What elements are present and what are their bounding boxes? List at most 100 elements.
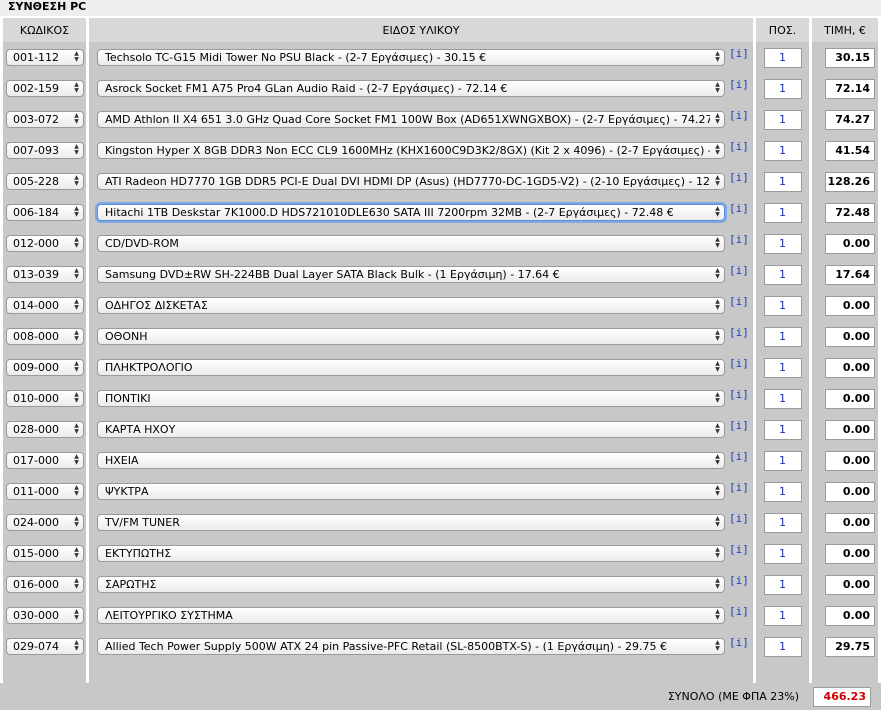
quantity-input[interactable]: 1 bbox=[763, 512, 802, 533]
info-link[interactable]: [i] bbox=[729, 481, 749, 494]
item-select[interactable]: Techsolo TC-G15 Midi Tower No PSU Black … bbox=[97, 49, 725, 66]
code-select[interactable]: 017-000 ▲ ▼ bbox=[6, 452, 84, 469]
item-cell: ΠΟΝΤΙΚΙ ▲ ▼ [i] bbox=[89, 383, 753, 414]
code-select[interactable]: 030-000 ▲ ▼ bbox=[6, 607, 84, 624]
table-row: 011-000 ▲ ▼ ΨΥΚΤΡΑ ▲ ▼ [i] 1 0.00 bbox=[3, 476, 878, 507]
item-select[interactable]: Hitachi 1TB Deskstar 7K1000.D HDS721010D… bbox=[97, 204, 725, 221]
quantity-input[interactable]: 1 bbox=[763, 388, 802, 409]
info-link[interactable]: [i] bbox=[729, 78, 749, 91]
info-link[interactable]: [i] bbox=[729, 574, 749, 587]
info-link[interactable]: [i] bbox=[729, 233, 749, 246]
code-select[interactable]: 011-000 ▲ ▼ bbox=[6, 483, 84, 500]
quantity-input[interactable]: 1 bbox=[763, 47, 802, 68]
info-link[interactable]: [i] bbox=[729, 47, 749, 60]
select-arrows-icon: ▲ ▼ bbox=[715, 236, 720, 249]
code-select[interactable]: 008-000 ▲ ▼ bbox=[6, 328, 84, 345]
quantity-input[interactable]: 1 bbox=[763, 109, 802, 130]
info-link[interactable]: [i] bbox=[729, 357, 749, 370]
info-link[interactable]: [i] bbox=[729, 202, 749, 215]
item-select[interactable]: ΠΛΗΚΤΡΟΛΟΓΙΟ ▲ ▼ bbox=[97, 359, 725, 376]
quantity-input[interactable]: 1 bbox=[763, 233, 802, 254]
item-select[interactable]: ΚΑΡΤΑ ΗΧΟΥ ▲ ▼ bbox=[97, 421, 725, 438]
item-select[interactable]: Allied Tech Power Supply 500W ATX 24 pin… bbox=[97, 638, 725, 655]
info-link[interactable]: [i] bbox=[729, 450, 749, 463]
code-select[interactable]: 010-000 ▲ ▼ bbox=[6, 390, 84, 407]
code-select[interactable]: 006-184 ▲ ▼ bbox=[6, 204, 84, 221]
item-select[interactable]: ΟΔΗΓΟΣ ΔΙΣΚΕΤΑΣ ▲ ▼ bbox=[97, 297, 725, 314]
code-select[interactable]: 012-000 ▲ ▼ bbox=[6, 235, 84, 252]
code-select[interactable]: 007-093 ▲ ▼ bbox=[6, 142, 84, 159]
item-select[interactable]: ΠΟΝΤΙΚΙ ▲ ▼ bbox=[97, 390, 725, 407]
info-link[interactable]: [i] bbox=[729, 295, 749, 308]
quantity-input[interactable]: 1 bbox=[763, 419, 802, 440]
select-arrows-icon: ▲ ▼ bbox=[715, 639, 720, 652]
select-arrows-icon: ▲ ▼ bbox=[74, 577, 79, 590]
item-select[interactable]: ΣΑΡΩΤΗΣ ▲ ▼ bbox=[97, 576, 725, 593]
code-select[interactable]: 016-000 ▲ ▼ bbox=[6, 576, 84, 593]
quantity-input[interactable]: 1 bbox=[763, 636, 802, 657]
quantity-input[interactable]: 1 bbox=[763, 171, 802, 192]
info-link[interactable]: [i] bbox=[729, 512, 749, 525]
info-link[interactable]: [i] bbox=[729, 264, 749, 277]
info-link[interactable]: [i] bbox=[729, 109, 749, 122]
info-link[interactable]: [i] bbox=[729, 171, 749, 184]
item-cell: CD/DVD-ROM ▲ ▼ [i] bbox=[89, 228, 753, 259]
info-link[interactable]: [i] bbox=[729, 419, 749, 432]
quantity-input[interactable]: 1 bbox=[763, 357, 802, 378]
code-select[interactable]: 013-039 ▲ ▼ bbox=[6, 266, 84, 283]
quantity-input[interactable]: 1 bbox=[763, 481, 802, 502]
quantity-input[interactable]: 1 bbox=[763, 295, 802, 316]
price-cell: 0.00 bbox=[812, 321, 878, 352]
item-select[interactable]: TV/FM TUNER ▲ ▼ bbox=[97, 514, 725, 531]
quantity-input[interactable]: 1 bbox=[763, 543, 802, 564]
code-cell: 003-072 ▲ ▼ bbox=[3, 104, 86, 135]
info-link[interactable]: [i] bbox=[729, 636, 749, 649]
item-select[interactable]: CD/DVD-ROM ▲ ▼ bbox=[97, 235, 725, 252]
quantity-input[interactable]: 1 bbox=[763, 605, 802, 626]
item-select[interactable]: ATI Radeon HD7770 1GB DDR5 PCI-E Dual DV… bbox=[97, 173, 725, 190]
quantity-input[interactable]: 1 bbox=[763, 264, 802, 285]
info-link[interactable]: [i] bbox=[729, 605, 749, 618]
quantity-input[interactable]: 1 bbox=[763, 140, 802, 161]
code-select[interactable]: 003-072 ▲ ▼ bbox=[6, 111, 84, 128]
item-select[interactable]: ΟΘΟΝΗ ▲ ▼ bbox=[97, 328, 725, 345]
item-select[interactable]: Asrock Socket FM1 A75 Pro4 GLan Audio Ra… bbox=[97, 80, 725, 97]
quantity-input[interactable]: 1 bbox=[763, 78, 802, 99]
page-title: ΣΥΝΘΕΣΗ PC bbox=[0, 0, 881, 16]
quantity-input[interactable]: 1 bbox=[763, 574, 802, 595]
select-arrows-icon: ▲ ▼ bbox=[715, 546, 720, 559]
item-select[interactable]: AMD Athlon II X4 651 3.0 GHz Quad Core S… bbox=[97, 111, 725, 128]
item-select[interactable]: Samsung DVD±RW SH-224BB Dual Layer SATA … bbox=[97, 266, 725, 283]
select-arrows-icon: ▲ ▼ bbox=[74, 143, 79, 156]
quantity-input[interactable]: 1 bbox=[763, 326, 802, 347]
info-link[interactable]: [i] bbox=[729, 543, 749, 556]
code-cell: 015-000 ▲ ▼ bbox=[3, 538, 86, 569]
quantity-input[interactable]: 1 bbox=[763, 202, 802, 223]
select-arrows-icon: ▲ ▼ bbox=[715, 50, 720, 63]
item-select[interactable]: ΛΕΙΤΟΥΡΓΙΚΟ ΣΥΣΤΗΜΑ ▲ ▼ bbox=[97, 607, 725, 624]
item-select[interactable]: ΨΥΚΤΡΑ ▲ ▼ bbox=[97, 483, 725, 500]
price-value: 0.00 bbox=[825, 233, 875, 254]
item-select-value: AMD Athlon II X4 651 3.0 GHz Quad Core S… bbox=[105, 113, 710, 126]
item-cell: ΛΕΙΤΟΥΡΓΙΚΟ ΣΥΣΤΗΜΑ ▲ ▼ [i] bbox=[89, 600, 753, 631]
item-select[interactable]: Kingston Hyper X 8GB DDR3 Non ECC CL9 16… bbox=[97, 142, 725, 159]
code-select[interactable]: 024-000 ▲ ▼ bbox=[6, 514, 84, 531]
code-select[interactable]: 009-000 ▲ ▼ bbox=[6, 359, 84, 376]
code-select[interactable]: 002-159 ▲ ▼ bbox=[6, 80, 84, 97]
code-select[interactable]: 028-000 ▲ ▼ bbox=[6, 421, 84, 438]
code-select[interactable]: 005-228 ▲ ▼ bbox=[6, 173, 84, 190]
item-select[interactable]: ΕΚΤΥΠΩΤΗΣ ▲ ▼ bbox=[97, 545, 725, 562]
quantity-input[interactable]: 1 bbox=[763, 450, 802, 471]
item-select[interactable]: ΗΧΕΙΑ ▲ ▼ bbox=[97, 452, 725, 469]
select-arrows-icon: ▲ ▼ bbox=[74, 391, 79, 404]
info-link[interactable]: [i] bbox=[729, 388, 749, 401]
code-select[interactable]: 015-000 ▲ ▼ bbox=[6, 545, 84, 562]
price-value: 72.48 bbox=[825, 202, 875, 223]
info-link[interactable]: [i] bbox=[729, 140, 749, 153]
info-link[interactable]: [i] bbox=[729, 326, 749, 339]
code-select[interactable]: 014-000 ▲ ▼ bbox=[6, 297, 84, 314]
select-arrows-icon: ▲ ▼ bbox=[715, 143, 720, 156]
code-select[interactable]: 001-112 ▲ ▼ bbox=[6, 49, 84, 66]
code-select[interactable]: 029-074 ▲ ▼ bbox=[6, 638, 84, 655]
price-cell: 0.00 bbox=[812, 352, 878, 383]
